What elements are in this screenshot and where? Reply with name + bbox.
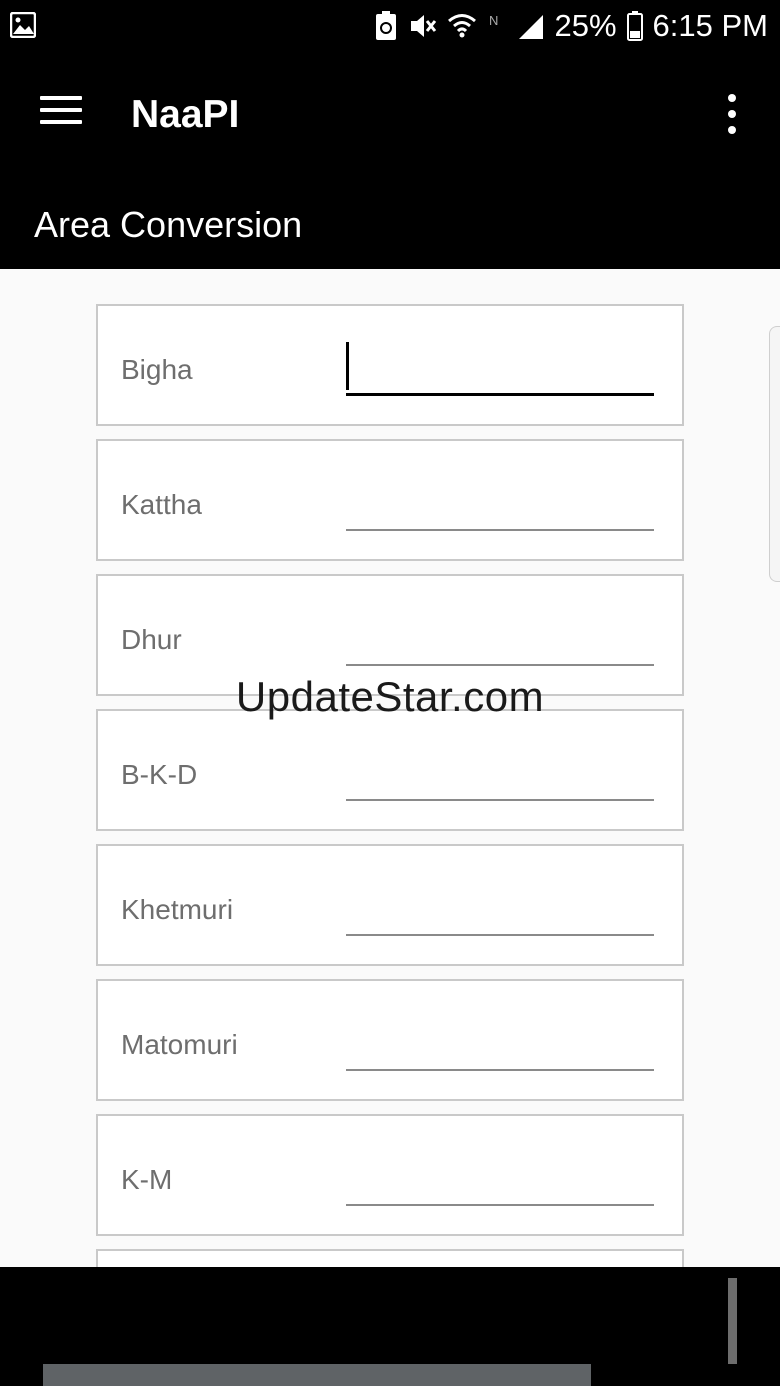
unit-row-partial [96,1249,684,1267]
battery-saver-icon [375,11,397,41]
unit-row-matomuri: Matomuri [96,979,684,1101]
unit-label: Matomuri [121,1029,238,1060]
scrollbar-vertical[interactable] [728,1278,737,1364]
unit-row-kattha: Kattha [96,439,684,561]
unit-label: B-K-D [121,759,198,790]
edge-panel-handle[interactable] [769,326,780,582]
unit-label: K-M [121,1164,173,1195]
section-header: Area Conversion [0,180,780,269]
battery-icon [626,11,643,41]
scrollbar-horizontal[interactable] [43,1364,591,1386]
unit-row-khetmuri: Khetmuri [96,844,684,966]
image-notification-icon [10,12,36,38]
app-title: NaaPI [131,93,240,136]
unit-row-bigha: Bigha [96,304,684,426]
vibrate-mute-icon [407,11,437,41]
svg-text:N: N [489,13,498,28]
dhur-input[interactable] [346,606,654,666]
wifi-icon [447,11,477,41]
status-bar: N 25% 6:15 PM [0,0,780,52]
nfc-icon: N [487,11,507,41]
unit-label: Bigha [121,354,193,385]
app-bar: NaaPI [0,52,780,180]
km-input[interactable] [346,1146,654,1206]
clock: 6:15 PM [652,8,768,43]
bigha-input[interactable] [346,336,654,396]
watermark: UpdateStar.com [235,673,545,720]
battery-percent: 25% [554,8,617,43]
unit-row-bkd: B-K-D [96,709,684,831]
matomuri-input[interactable] [346,1011,654,1071]
bkd-input[interactable] [346,741,654,801]
hamburger-menu-icon[interactable] [40,96,82,128]
text-cursor [346,342,349,390]
conversion-form[interactable]: Bigha Kattha Dhur B-K-D Khetmuri Matomur… [0,269,780,1267]
unit-label: Dhur [121,624,182,655]
page-title: Area Conversion [34,204,303,245]
unit-row-km: K-M [96,1114,684,1236]
more-vert-icon[interactable] [720,94,744,134]
signal-icon [517,11,545,41]
bottom-panel [0,1267,780,1386]
khetmuri-input[interactable] [346,876,654,936]
unit-label: Khetmuri [121,894,234,925]
unit-label: Kattha [121,489,202,520]
kattha-input[interactable] [346,471,654,531]
